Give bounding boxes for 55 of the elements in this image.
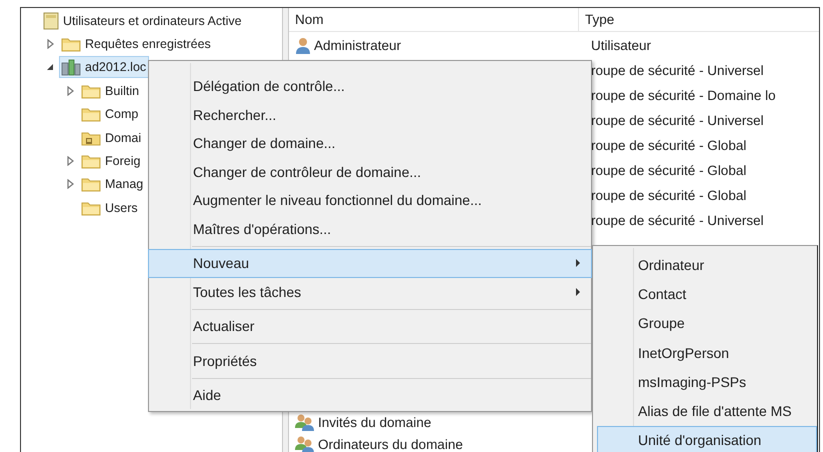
menu-item[interactable]: Unité d'organisation <box>597 426 817 452</box>
table-cell: roupe de sécurité - Global <box>591 138 746 153</box>
folder-icon <box>81 153 101 170</box>
console-icon <box>43 12 59 30</box>
table-cell: roupe de sécurité - Universel <box>591 213 764 228</box>
domain-icon <box>61 58 81 76</box>
group-icon <box>295 413 315 431</box>
menu-item[interactable]: Changer de domaine... <box>148 129 592 158</box>
menu-item[interactable]: Contact <box>597 279 817 309</box>
submenu-arrow-icon <box>575 288 581 296</box>
table-cell: Administrateur <box>314 38 402 53</box>
folder-icon <box>61 36 81 52</box>
tree-item[interactable]: Utilisateurs et ordinateurs Active <box>41 10 245 32</box>
folder-icon <box>81 176 101 192</box>
table-cell: roupe de sécurité - Global <box>591 188 746 203</box>
menu-item[interactable]: Changer de contrôleur de domaine... <box>148 158 592 186</box>
table-cell: Invités du domaine <box>318 414 432 430</box>
menu-item[interactable]: Alias de file d'attente MS <box>597 396 817 426</box>
submenu-arrow-icon <box>575 259 581 268</box>
folder-icon <box>81 82 101 99</box>
column-header[interactable]: Type <box>579 8 819 31</box>
tree-item[interactable]: Domai <box>79 128 144 148</box>
menu-item[interactable]: Rechercher... <box>148 100 592 129</box>
table-cell: Utilisateur <box>591 38 652 53</box>
menu-item[interactable]: Actualiser <box>148 312 592 340</box>
folder-icon <box>81 130 101 146</box>
menu-item[interactable]: Ordinateur <box>597 250 817 280</box>
tree-item[interactable]: Builtin <box>79 80 142 101</box>
tree-item[interactable]: Requêtes enregistrées <box>59 34 214 54</box>
menu-item[interactable]: Augmenter le niveau fonctionnel du domaine... <box>148 186 592 214</box>
table-cell: roupe de sécurité - Domaine lo <box>591 88 776 103</box>
tree-item[interactable]: Foreig <box>79 151 144 172</box>
tree-item[interactable]: ad2012.loc <box>59 56 150 78</box>
tree-item[interactable]: Users <box>79 198 141 218</box>
expander-icon[interactable] <box>45 62 55 72</box>
user-icon <box>295 36 311 54</box>
menu-item[interactable]: Aide <box>148 381 592 410</box>
menu-item[interactable]: Groupe <box>597 308 817 338</box>
column-header[interactable]: Nom <box>289 8 579 31</box>
menu-item[interactable]: msImaging-PSPs <box>597 367 817 396</box>
table-cell: roupe de sécurité - Universel <box>591 63 764 78</box>
group-icon <box>295 435 315 452</box>
table-cell: roupe de sécurité - Universel <box>591 113 764 128</box>
table-cell: Ordinateurs du domaine <box>318 436 463 452</box>
menu-item[interactable]: InetOrgPerson <box>597 338 817 368</box>
tree-item[interactable]: Comp <box>79 104 142 124</box>
menu-item[interactable]: Propriétés <box>148 346 592 375</box>
menu-item[interactable]: Nouveau <box>148 249 592 278</box>
menu-item[interactable]: Toutes les tâches <box>148 278 592 306</box>
tree-item[interactable]: Manag <box>79 174 146 194</box>
table-cell: roupe de sécurité - Global <box>591 163 746 178</box>
menu-item[interactable]: Délégation de contrôle... <box>148 72 592 100</box>
folder-icon <box>81 200 101 216</box>
folder-icon <box>81 106 101 122</box>
menu-item[interactable]: Maîtres d'opérations... <box>148 214 592 243</box>
